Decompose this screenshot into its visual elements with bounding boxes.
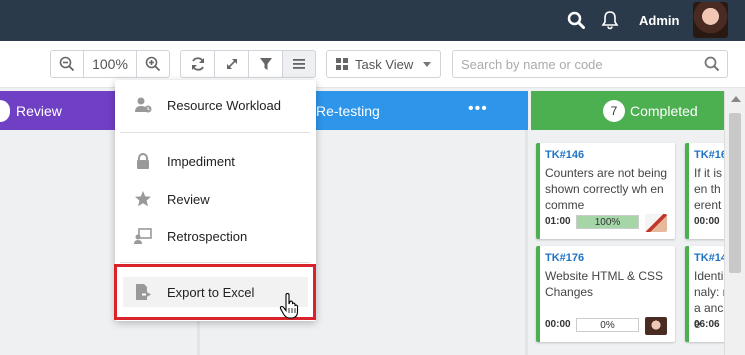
count-badge bbox=[0, 99, 10, 122]
column-title: Review bbox=[16, 102, 62, 119]
menu-item-resource-workload[interactable]: Resource Workload bbox=[115, 90, 316, 120]
task-card[interactable]: TK#146 Counters are not being shown corr… bbox=[536, 143, 675, 239]
task-description: Counters are not being shown correctly w… bbox=[545, 166, 668, 212]
refresh-button[interactable] bbox=[180, 50, 215, 78]
view-selector[interactable]: Task View bbox=[326, 50, 441, 78]
progress-label: 0% bbox=[600, 319, 615, 331]
chevron-down-icon bbox=[423, 62, 431, 67]
column-title: Re-testing bbox=[316, 103, 380, 119]
scroll-up-icon[interactable] bbox=[731, 96, 741, 102]
task-code[interactable]: TK#14 bbox=[694, 252, 727, 264]
zoom-level: 100% bbox=[83, 50, 137, 78]
filter-icon bbox=[259, 58, 272, 70]
menu-item-label: Review bbox=[167, 192, 210, 207]
menu-item-label: Impediment bbox=[167, 154, 235, 169]
expand-icon bbox=[226, 59, 237, 69]
menu-item-label: Resource Workload bbox=[167, 98, 281, 113]
view-selector-label: Task View bbox=[355, 56, 414, 72]
zoom-out-icon bbox=[59, 56, 75, 72]
column-header-completed[interactable]: 7 Completed bbox=[531, 91, 745, 130]
task-description: Website HTML & CSS Changes bbox=[545, 269, 664, 299]
resource-workload-icon bbox=[135, 97, 152, 113]
task-time: 00:00 bbox=[545, 319, 571, 330]
count-badge: 7 bbox=[603, 100, 625, 122]
progress-bar: 100% bbox=[576, 215, 639, 229]
zoom-in-button[interactable] bbox=[136, 50, 170, 78]
more-menu-button[interactable] bbox=[282, 50, 316, 78]
menu-divider bbox=[120, 262, 310, 263]
user-name[interactable]: Admin bbox=[639, 13, 679, 28]
progress-bar: 0% bbox=[576, 318, 639, 332]
task-code[interactable]: TK#176 bbox=[545, 252, 584, 264]
task-time: 06:06 bbox=[694, 319, 720, 330]
vertical-scrollbar[interactable] bbox=[724, 91, 745, 355]
search-field[interactable] bbox=[452, 50, 728, 78]
task-card[interactable]: TK#176 Website HTML & CSS Changes 00:00 … bbox=[536, 246, 675, 342]
star-icon bbox=[135, 191, 151, 207]
scrollbar-thumb[interactable] bbox=[729, 113, 741, 273]
hamburger-icon bbox=[293, 59, 305, 69]
search-input[interactable] bbox=[453, 51, 693, 77]
toolbar: 100% Task View bbox=[0, 41, 745, 88]
lock-icon bbox=[137, 153, 149, 169]
menu-item-retrospection[interactable]: Retrospection bbox=[115, 221, 316, 251]
task-time: 01:00 bbox=[545, 216, 571, 227]
task-code[interactable]: TK#16 bbox=[694, 149, 727, 161]
fullscreen-button[interactable] bbox=[214, 50, 249, 78]
zoom-out-button[interactable] bbox=[50, 50, 84, 78]
menu-item-review[interactable]: Review bbox=[115, 184, 316, 214]
avatar bbox=[645, 214, 667, 232]
task-code[interactable]: TK#146 bbox=[545, 149, 584, 161]
retrospection-icon bbox=[134, 228, 152, 244]
task-time: 00:00 bbox=[694, 216, 720, 227]
top-bar: Admin bbox=[0, 0, 745, 41]
menu-item-label: Retrospection bbox=[167, 229, 248, 244]
search-icon[interactable] bbox=[704, 56, 720, 72]
progress-label: 100% bbox=[594, 216, 621, 228]
search-icon[interactable] bbox=[567, 11, 585, 29]
zoom-in-icon bbox=[145, 56, 161, 72]
refresh-icon bbox=[191, 57, 204, 71]
filter-button[interactable] bbox=[248, 50, 283, 78]
avatar bbox=[645, 317, 667, 335]
avatar[interactable] bbox=[693, 2, 728, 38]
hand-cursor-icon bbox=[279, 293, 299, 319]
column-title: Completed bbox=[630, 103, 698, 119]
bell-icon[interactable] bbox=[601, 10, 619, 30]
column-menu-icon[interactable]: ••• bbox=[468, 100, 488, 118]
menu-divider bbox=[120, 132, 310, 133]
menu-item-impediment[interactable]: Impediment bbox=[115, 146, 316, 176]
grid-icon bbox=[336, 58, 348, 70]
